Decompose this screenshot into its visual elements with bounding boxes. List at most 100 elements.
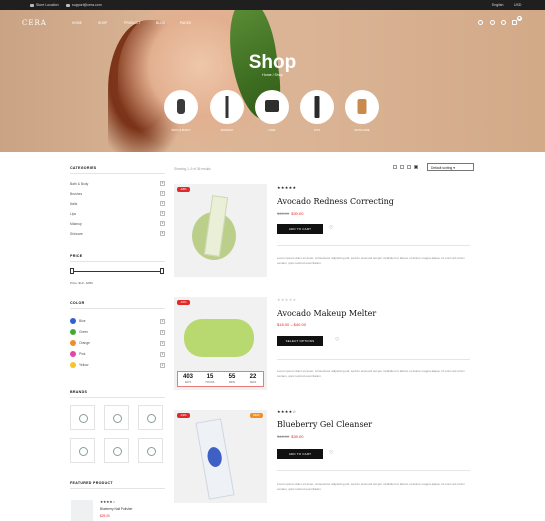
heart-icon[interactable]: ♡: [329, 226, 335, 231]
brand-logo-5[interactable]: [104, 438, 129, 463]
cart-icon[interactable]: [512, 20, 517, 25]
search-icon[interactable]: [478, 20, 483, 25]
filter-color-green[interactable]: Green 4: [70, 329, 165, 335]
support-email[interactable]: support@cera.com: [66, 3, 102, 7]
category-skin-body[interactable]: SKIN & BODY: [163, 90, 199, 132]
color-swatch: [70, 329, 76, 335]
nav-pages[interactable]: PAGES: [180, 21, 191, 25]
lipstick-icon: [300, 90, 334, 124]
heart-icon[interactable]: ♡: [335, 338, 341, 343]
brand-emblem-icon: [113, 414, 122, 423]
brand-logo-6[interactable]: [138, 438, 163, 463]
product-desc-3: Lorem ipsum dolor sit amet, consectetur …: [277, 482, 465, 491]
product-image-1[interactable]: -18%: [174, 184, 267, 277]
product-name-2[interactable]: Avocado Makeup Melter: [277, 309, 376, 318]
color-swatch: [70, 340, 76, 346]
dropper-bottle-icon: [345, 90, 379, 124]
filter-color-pink[interactable]: Pink 3: [70, 351, 165, 357]
brand-emblem-icon: [79, 414, 88, 423]
store-location[interactable]: Store Location: [30, 3, 59, 7]
result-count: Showing 1–9 of 36 results: [174, 167, 211, 171]
filter-category-brushes[interactable]: Brushes 4: [70, 191, 165, 196]
site-logo[interactable]: CERA: [22, 19, 47, 27]
hero-banner: CERA HOME SHOP PRODUCT BLOG PAGES 0 Shop…: [0, 10, 545, 152]
product-name-1[interactable]: Avocado Redness Correcting: [277, 197, 394, 206]
product-desc-1: Lorem ipsum dolor sit amet, consectetur …: [277, 256, 465, 265]
add-to-cart-button-3[interactable]: ADD TO CART: [277, 449, 323, 459]
brand-emblem-icon: [147, 414, 156, 423]
filter-color-blue[interactable]: Blue 3: [70, 318, 165, 324]
nav-blog[interactable]: BLOG: [156, 21, 165, 25]
mail-icon: [66, 3, 70, 7]
product-rating-1: ★★★★★: [277, 185, 297, 190]
featured-heading: FEATURED PRODUCT: [70, 481, 113, 485]
price-slider-track[interactable]: [71, 271, 163, 272]
makeup-brush-icon: [210, 90, 244, 124]
category-makeup[interactable]: MAKEUP: [209, 90, 245, 132]
filter-category-makeup[interactable]: Makeup 6: [70, 221, 165, 226]
price-slider-max-handle[interactable]: [160, 268, 164, 274]
filter-category-lips[interactable]: Lips 3: [70, 211, 165, 216]
location-icon: [30, 3, 34, 7]
new-tag: NEW: [250, 413, 263, 418]
page-title: Shop: [248, 52, 297, 73]
countdown-timer: 403 DAYS 15 HOURS 55 MINS 22 SECS: [177, 371, 264, 387]
price-slider-min-handle[interactable]: [70, 268, 74, 274]
filter-color-yellow[interactable]: Yellow 2: [70, 362, 165, 368]
nav-product[interactable]: PRODUCT: [124, 21, 140, 25]
product-desc-2: Lorem ipsum dolor sit amet, consectetur …: [277, 369, 465, 378]
product-price-2: $18.00 – $40.00: [277, 322, 306, 327]
featured-product-name[interactable]: Blueberry Nail Polisher: [100, 507, 132, 511]
category-hair[interactable]: HAIR: [254, 90, 290, 132]
brand-emblem-icon: [113, 447, 122, 456]
grid-view-icon[interactable]: [393, 165, 397, 169]
filter-category-skincare[interactable]: Skincare 8: [70, 231, 165, 236]
color-heading: COLOR: [70, 301, 85, 305]
select-options-button-2[interactable]: SELECT OPTIONS: [277, 336, 323, 346]
product-image-3[interactable]: -19% NEW: [174, 410, 267, 503]
brand-logo-2[interactable]: [104, 405, 129, 430]
brand-emblem-icon: [147, 447, 156, 456]
user-icon[interactable]: [490, 20, 495, 25]
wishlist-icon[interactable]: [501, 20, 506, 25]
price-heading: PRICE: [70, 254, 83, 258]
list-view-icon[interactable]: [414, 165, 418, 169]
category-lips[interactable]: LIPS: [299, 90, 335, 132]
featured-product-image[interactable]: [71, 500, 93, 521]
product-name-3[interactable]: Blueberry Gel Cleanser: [277, 420, 372, 429]
featured-rating: ★★★★☆: [100, 500, 116, 504]
categories-heading: CATEGORIES: [70, 166, 97, 170]
product-rating-3: ★★★★☆: [277, 409, 297, 414]
cream-jar-icon: [255, 90, 289, 124]
cleanser-tube-image: [195, 418, 235, 500]
heart-icon[interactable]: ♡: [329, 451, 335, 456]
color-swatch: [70, 318, 76, 324]
language-select[interactable]: English: [492, 3, 503, 7]
filter-category-bath-body[interactable]: Bath & Body 5: [70, 181, 165, 186]
featured-product-price: $29.00: [100, 514, 110, 518]
grid-4-view-icon[interactable]: [407, 165, 411, 169]
cream-jar-image: [184, 319, 254, 357]
filter-category-nails[interactable]: Nails 3: [70, 201, 165, 206]
price-range-text: Price: $10 - $350: [70, 281, 93, 285]
add-to-cart-button-1[interactable]: ADD TO CART: [277, 224, 323, 234]
category-skincare[interactable]: SKINCARE: [344, 90, 380, 132]
brand-logo-4[interactable]: [70, 438, 95, 463]
filter-color-orange[interactable]: Orange 2: [70, 340, 165, 346]
currency-select[interactable]: USD: [514, 3, 521, 7]
brands-heading: BRANDS: [70, 390, 88, 394]
breadcrumb[interactable]: Home / Shop: [0, 73, 545, 77]
top-bar: Store Location support@cera.com English …: [0, 0, 545, 10]
nav-shop[interactable]: SHOP: [98, 21, 107, 25]
discount-tag: -19%: [177, 413, 190, 418]
brand-logo-1[interactable]: [70, 405, 95, 430]
product-price-3: $48.00 $39.00: [277, 434, 304, 439]
brand-logo-3[interactable]: [138, 405, 163, 430]
discount-tag: -15%: [177, 300, 190, 305]
brand-emblem-icon: [79, 447, 88, 456]
sort-select[interactable]: Default sorting ▾: [427, 163, 474, 171]
chevron-down-icon: ▾: [453, 165, 455, 170]
nav-home[interactable]: HOME: [72, 21, 82, 25]
grid-3-view-icon[interactable]: [400, 165, 404, 169]
discount-tag: -18%: [177, 187, 190, 192]
